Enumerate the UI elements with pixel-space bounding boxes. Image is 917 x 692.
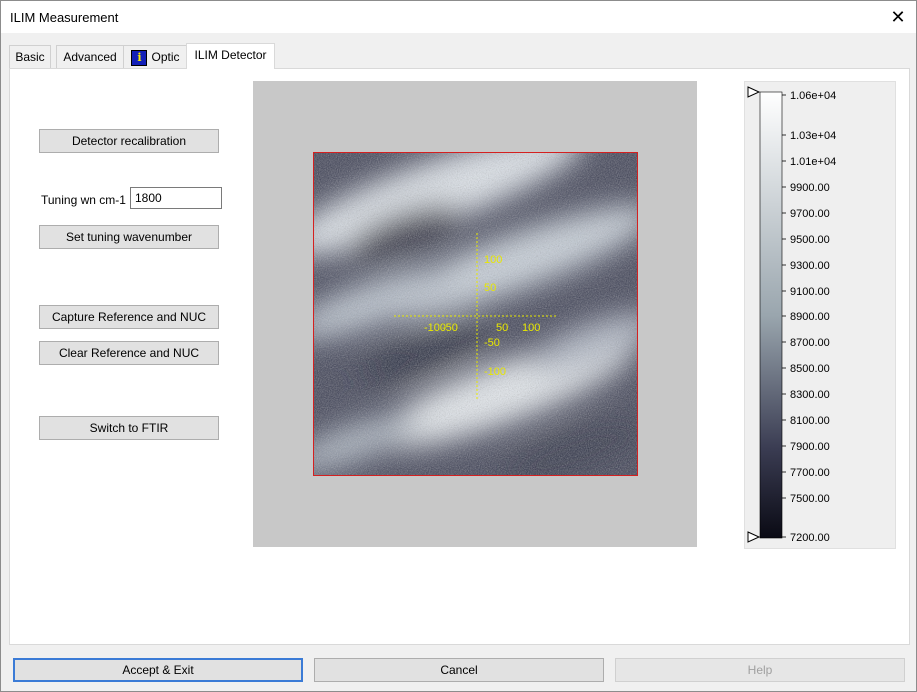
colorbar-tick-label: 7500.00 (790, 493, 830, 505)
detector-image[interactable]: -100 -50 50 100 100 50 -50 -100 (313, 152, 638, 476)
tab-advanced[interactable]: Advanced (56, 45, 124, 68)
tab-optic[interactable]: i Optic (123, 45, 188, 68)
colorbar-tick-label: 7700.00 (790, 467, 830, 479)
info-icon: i (131, 49, 148, 66)
colorbar-ticks: 1.06e+04 1.03e+04 1.01e+04 9900.00 9700.00 95… (782, 90, 836, 544)
colorbar: 1.06e+04 1.03e+04 1.01e+04 9900.00 9700.00 95… (747, 86, 836, 544)
colorbar-tick-label: 1.06e+04 (790, 90, 836, 102)
colorbar-tick-label: 1.03e+04 (790, 130, 836, 142)
tuning-label: Tuning wn cm-1 (41, 193, 126, 207)
tab-ilim-detector-label: ILIM Detector (194, 48, 267, 62)
tab-optic-label: Optic (151, 50, 180, 64)
colorbar-tick-label: 9500.00 (790, 234, 830, 246)
x-tick-label: 50 (496, 322, 508, 334)
tuning-wavenumber-input[interactable] (130, 187, 222, 209)
dialog-window: ILIM Measurement ✕ Basic Advanced i Optic… (0, 0, 917, 692)
capture-reference-button[interactable]: Capture Reference and NUC (39, 305, 219, 329)
x-tick-label: 100 (522, 322, 540, 334)
y-tick-label: 100 (484, 254, 502, 266)
colorbar-tick-label: 8100.00 (790, 415, 830, 427)
colorbar-max-handle[interactable] (747, 86, 761, 98)
switch-to-ftir-button[interactable]: Switch to FTIR (39, 416, 219, 440)
cancel-button[interactable]: Cancel (314, 658, 604, 682)
close-icon[interactable]: ✕ (885, 4, 911, 30)
colorbar-tick-label: 9700.00 (790, 208, 830, 220)
colorbar-tick-label: 9100.00 (790, 286, 830, 298)
y-tick-label: -50 (484, 337, 500, 349)
y-tick-label: -100 (484, 366, 506, 378)
colorbar-tick-label: 7200.00 (790, 532, 830, 544)
accept-exit-button[interactable]: Accept & Exit (13, 658, 303, 682)
help-button: Help (615, 658, 905, 682)
colorbar-gradient (759, 91, 783, 539)
window-title: ILIM Measurement (10, 10, 119, 25)
colorbar-tick-label: 1.01e+04 (790, 156, 836, 168)
colorbar-tick-label: 7900.00 (790, 441, 830, 453)
tab-advanced-label: Advanced (63, 50, 117, 64)
title-bar: ILIM Measurement ✕ (1, 1, 916, 33)
y-tick-label: 50 (484, 282, 496, 294)
colorbar-tick-label: 9300.00 (790, 260, 830, 272)
colorbar-tick-label: 8300.00 (790, 389, 830, 401)
tab-ilim-detector[interactable]: ILIM Detector (186, 43, 275, 69)
colorbar-tick-label: 8700.00 (790, 337, 830, 349)
detector-recalibration-button[interactable]: Detector recalibration (39, 129, 219, 153)
set-tuning-wavenumber-button[interactable]: Set tuning wavenumber (39, 225, 219, 249)
colorbar-tick-label: 8900.00 (790, 311, 830, 323)
tab-basic[interactable]: Basic (9, 45, 51, 68)
detector-image-svg: -100 -50 50 100 100 50 -50 -100 (314, 153, 637, 475)
x-tick-label: -50 (442, 322, 458, 334)
colorbar-tick-label: 9900.00 (790, 182, 830, 194)
clear-reference-button[interactable]: Clear Reference and NUC (39, 341, 219, 365)
colorbar-min-handle[interactable] (747, 531, 761, 543)
colorbar-tick-label: 8500.00 (790, 363, 830, 375)
tab-basic-label: Basic (15, 50, 45, 64)
